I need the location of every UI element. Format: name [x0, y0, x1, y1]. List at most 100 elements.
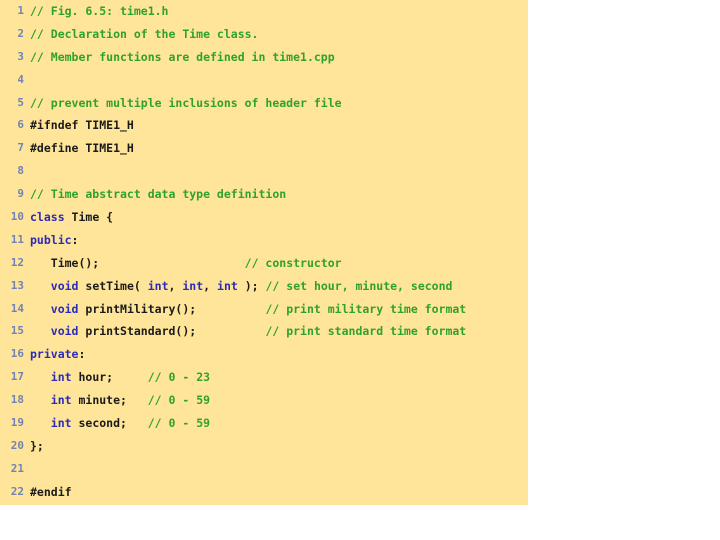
line-number: 12	[10, 255, 24, 269]
line-content: // prevent multiple inclusions of header…	[30, 92, 342, 115]
line-content: class Time {	[30, 206, 113, 229]
code-line: 20};	[0, 435, 528, 458]
line-number: 18	[10, 393, 24, 407]
code-token-plain: Time();	[30, 255, 100, 270]
line-number: 20	[10, 438, 24, 452]
line-content: int minute; // 0 - 59	[30, 389, 210, 412]
line-content: // Time abstract data type definition	[30, 183, 286, 206]
line-content: private:	[30, 343, 85, 366]
code-line: 16 private:	[0, 343, 528, 366]
code-line: 9 // Time abstract data type definition	[0, 183, 528, 206]
code-token-kw: public	[30, 232, 72, 247]
code-line: 2 // Declaration of the Time class.	[0, 23, 528, 46]
code-token-kw: class	[30, 210, 65, 225]
line-number: 13	[10, 278, 24, 292]
code-token-com: // 0 - 59	[147, 393, 211, 408]
line-number: 22	[10, 484, 24, 498]
code-token-plain: hour;	[71, 370, 114, 385]
code-line: 14 void printMilitary(); // print milita…	[0, 298, 528, 321]
line-number: 2	[17, 26, 24, 40]
code-line: 22 #endif	[0, 481, 528, 504]
code-line: 11 public:	[0, 229, 528, 252]
code-token-com: // Member functions are defined in time1…	[30, 49, 335, 64]
line-content: // Fig. 6.5: time1.h	[30, 0, 168, 23]
code-line: 21	[0, 458, 528, 481]
code-line: 3 // Member functions are defined in time…	[0, 46, 528, 69]
code-line: 13 void setTime( int, int, int ); // set…	[0, 275, 528, 298]
code-token-com: // Time abstract data type definition	[30, 187, 287, 202]
code-line: 6 #ifndef TIME1_H	[0, 114, 528, 137]
code-token-plain: ,	[203, 278, 218, 293]
line-number: 17	[10, 370, 24, 384]
code-token-plain: );	[237, 278, 266, 293]
code-token-kw: int	[182, 278, 204, 293]
code-token-plain: ,	[168, 278, 183, 293]
line-number: 19	[10, 416, 24, 430]
code-line: 15 void printStandard(); // print standa…	[0, 320, 528, 343]
code-token-kw: int	[50, 393, 72, 408]
line-content: #endif	[30, 481, 72, 504]
line-number: 16	[10, 347, 24, 361]
line-number: 9	[17, 187, 24, 201]
line-number: 8	[17, 164, 24, 178]
line-number: 7	[17, 141, 24, 155]
code-token-com: // Fig. 6.5: time1.h	[30, 4, 169, 18]
code-token-plain: printMilitary();	[78, 301, 197, 316]
code-token-pre: #define TIME1_H	[30, 141, 134, 156]
line-content: int hour; // 0 - 23	[30, 366, 210, 389]
code-token-com: // Declaration of the Time class.	[30, 26, 259, 41]
code-token-plain: Time {	[64, 210, 114, 225]
code-line: 4	[0, 69, 528, 92]
code-token-com: // set hour, minute, second	[265, 278, 453, 293]
code-line: 7 #define TIME1_H	[0, 137, 528, 160]
line-number: 15	[10, 324, 24, 338]
line-content: void setTime( int, int, int ); // set ho…	[30, 275, 453, 298]
line-number: 5	[17, 95, 24, 109]
line-number: 21	[10, 461, 24, 475]
line-content: int second; // 0 - 59	[30, 412, 210, 435]
line-content: void printMilitary(); // print military …	[30, 298, 466, 321]
code-token-com: // print military time format	[265, 301, 467, 316]
code-token-kw: void	[50, 301, 79, 316]
code-line: 17 int hour; // 0 - 23	[0, 366, 528, 389]
code-token-plain: };	[30, 438, 44, 453]
code-token-kw: int	[217, 278, 238, 293]
code-token-kw: int	[147, 278, 169, 293]
code-line: 8	[0, 160, 528, 183]
line-content: #ifndef TIME1_H	[30, 114, 134, 137]
code-line: 18 int minute; // 0 - 59	[0, 389, 528, 412]
code-token-com: // prevent multiple inclusions of header…	[30, 95, 342, 110]
code-token-plain: minute;	[71, 393, 127, 408]
line-number: 10	[10, 210, 24, 224]
code-token-plain: :	[71, 232, 79, 247]
code-token-com: // print standard time format	[265, 324, 467, 339]
line-content: // Declaration of the Time class.	[30, 23, 258, 46]
code-line: 5 // prevent multiple inclusions of heade…	[0, 92, 528, 115]
line-number: 3	[17, 49, 24, 63]
code-token-plain: second;	[71, 416, 127, 431]
code-line: 1 // Fig. 6.5: time1.h	[0, 0, 528, 23]
code-line: 12 Time(); // constructor	[0, 252, 528, 275]
code-token-plain: printStandard();	[78, 324, 197, 339]
line-number: 6	[17, 118, 24, 132]
code-token-plain: setTime(	[78, 278, 148, 293]
line-number: 14	[10, 301, 24, 315]
slide-canvas: 1 // Fig. 6.5: time1.h 2 // Declaration of …	[0, 0, 720, 540]
line-number: 1	[17, 4, 24, 17]
line-content: Time(); // constructor	[30, 252, 342, 275]
line-content: #define TIME1_H	[30, 137, 134, 160]
line-content: // Member functions are defined in time1…	[30, 46, 335, 69]
code-token-kw: private	[30, 347, 79, 362]
code-token-com: // 0 - 59	[147, 416, 211, 431]
code-token-kw: int	[50, 370, 72, 385]
